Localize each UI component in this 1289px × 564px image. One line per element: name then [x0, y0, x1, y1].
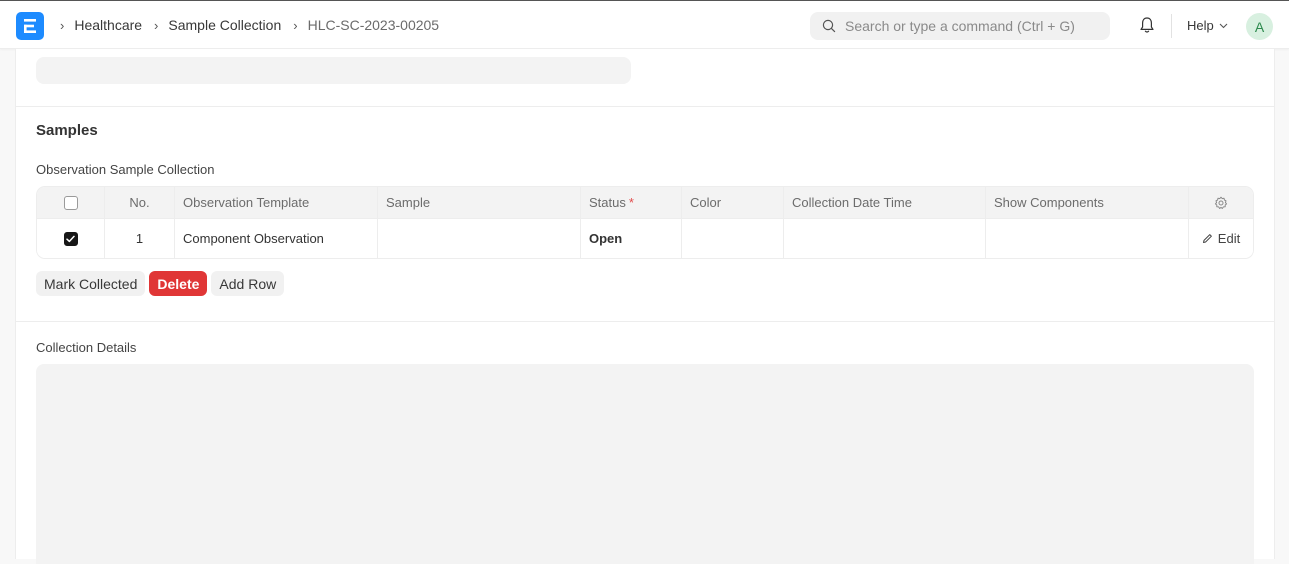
delete-button[interactable]: Delete [149, 271, 208, 296]
chevron-right-icon: › [293, 17, 298, 33]
row-number: 1 [105, 219, 175, 258]
erpnext-logo-icon [24, 19, 36, 33]
column-header-show-components: Show Components [986, 187, 1189, 218]
column-header-no: No. [105, 187, 175, 218]
row-select-cell [37, 219, 105, 258]
cell-status[interactable]: Open [581, 219, 682, 258]
edit-row-button[interactable]: Edit [1202, 231, 1240, 246]
search-icon [822, 19, 836, 33]
collection-details-textarea[interactable] [36, 364, 1254, 564]
section-divider [16, 106, 1274, 107]
cell-collection-date-time[interactable] [784, 219, 986, 258]
search-bar[interactable] [810, 12, 1110, 40]
select-all-checkbox[interactable] [63, 195, 78, 210]
breadcrumb: › Healthcare › Sample Collection › HLC-S… [58, 1, 449, 49]
row-edit-cell: Edit [1189, 219, 1253, 258]
collection-details-label: Collection Details [36, 340, 137, 355]
column-header-sample: Sample [378, 187, 581, 218]
edit-label: Edit [1217, 231, 1241, 246]
gear-icon[interactable] [1214, 196, 1228, 210]
previous-field-input[interactable] [36, 57, 631, 84]
column-header-status-label: Status [589, 195, 626, 210]
section-divider [16, 321, 1274, 322]
breadcrumb-healthcare[interactable]: Healthcare [74, 17, 142, 33]
checkmark-icon [66, 235, 75, 242]
cell-show-components[interactable] [986, 219, 1189, 258]
cell-observation-template[interactable]: Component Observation [175, 219, 378, 258]
user-avatar[interactable]: A [1246, 13, 1273, 40]
breadcrumb-current-doc[interactable]: HLC-SC-2023-00205 [308, 17, 440, 33]
form-page: Samples Observation Sample Collection No… [15, 49, 1275, 564]
mark-collected-button[interactable]: Mark Collected [36, 271, 146, 296]
breadcrumb-sample-collection[interactable]: Sample Collection [168, 17, 281, 33]
notification-bell-icon[interactable] [1139, 16, 1155, 34]
column-header-collection-date-time: Collection Date Time [784, 187, 986, 218]
row-checkbox[interactable] [63, 231, 78, 246]
column-settings-cell[interactable] [1189, 187, 1253, 218]
grid-label: Observation Sample Collection [36, 162, 215, 177]
help-dropdown[interactable]: Help [1187, 1, 1228, 50]
navbar: › Healthcare › Sample Collection › HLC-S… [0, 0, 1289, 49]
app-logo[interactable] [16, 12, 44, 40]
help-label: Help [1187, 18, 1214, 33]
column-header-color: Color [682, 187, 784, 218]
add-row-button[interactable]: Add Row [211, 271, 285, 296]
grid-header-row: No. Observation Template Sample Status *… [37, 187, 1253, 219]
column-header-status: Status * [581, 187, 682, 218]
cell-sample[interactable] [378, 219, 581, 258]
chevron-down-icon [1219, 23, 1228, 28]
navbar-divider [1171, 14, 1172, 38]
column-header-observation-template: Observation Template [175, 187, 378, 218]
chevron-right-icon: › [154, 17, 159, 33]
grid-actions: Mark Collected Delete Add Row [36, 271, 285, 296]
pencil-icon [1202, 234, 1212, 243]
chevron-right-icon: › [60, 17, 65, 33]
section-title-samples: Samples [36, 122, 98, 139]
required-marker: * [628, 195, 634, 210]
table-row[interactable]: 1 Component Observation Open Edit [37, 219, 1253, 258]
observation-sample-grid: No. Observation Template Sample Status *… [36, 186, 1254, 259]
header-select-all-cell [37, 187, 105, 218]
search-input[interactable] [845, 18, 1095, 34]
cell-color[interactable] [682, 219, 784, 258]
